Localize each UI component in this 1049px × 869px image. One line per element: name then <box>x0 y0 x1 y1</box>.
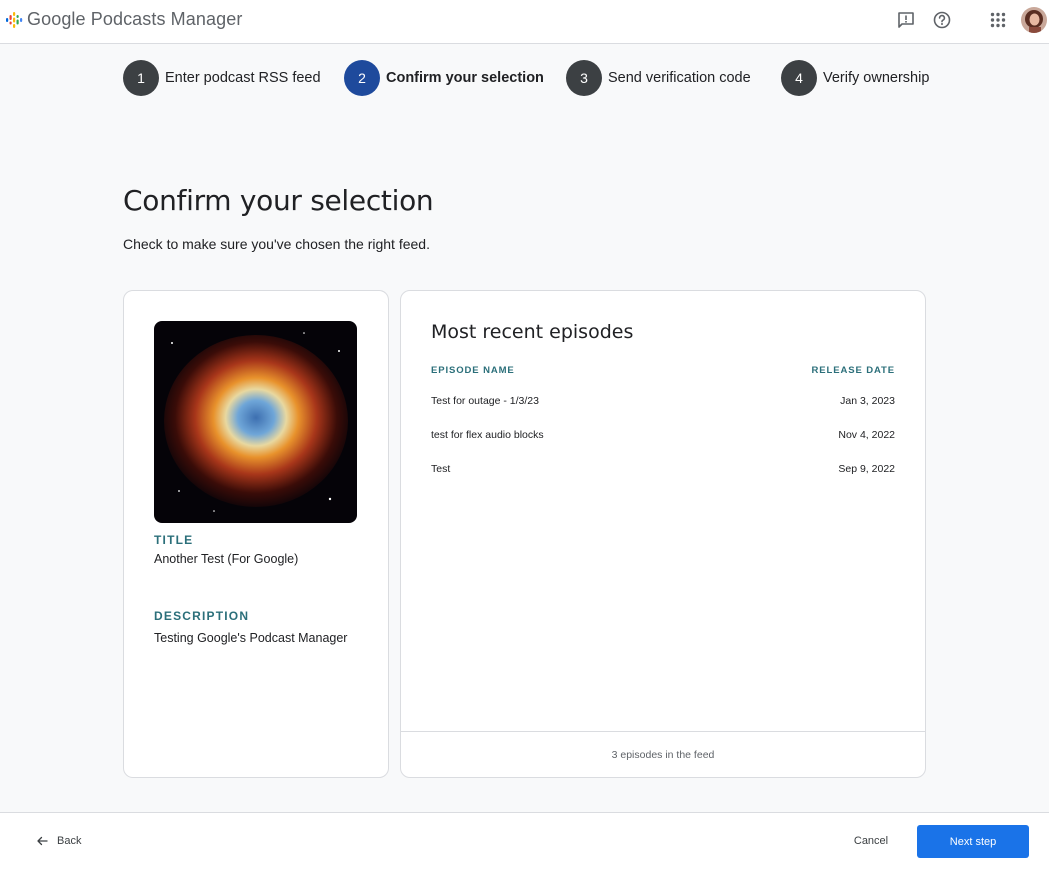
episode-date: Jan 3, 2023 <box>840 395 895 407</box>
arrow-back-icon <box>36 835 48 847</box>
step-1: 1 Enter podcast RSS feed <box>123 60 321 96</box>
back-button[interactable]: Back <box>36 831 81 851</box>
step-4: 4 Verify ownership <box>781 60 929 96</box>
main-content: 1 Enter podcast RSS feed 2 Confirm your … <box>0 44 1049 812</box>
bottom-action-bar: Back Cancel Next step <box>0 812 1049 869</box>
podcasts-logo-icon <box>5 10 23 30</box>
episode-name: Test <box>431 463 451 475</box>
cancel-button[interactable]: Cancel <box>846 825 896 857</box>
page-title: Confirm your selection <box>123 184 434 217</box>
page-subtitle: Check to make sure you've chosen the rig… <box>123 236 430 252</box>
help-icon[interactable] <box>932 10 952 30</box>
step-3: 3 Send verification code <box>566 60 751 96</box>
episode-name: test for flex audio blocks <box>431 429 544 441</box>
app-title: Google Podcasts Manager <box>27 9 243 29</box>
description-label: DESCRIPTION <box>154 609 250 623</box>
podcast-cover-image <box>154 321 357 523</box>
episode-date: Sep 9, 2022 <box>838 463 895 475</box>
episodes-card: Most recent episodes EPISODE NAME RELEAS… <box>400 290 926 778</box>
top-app-bar: Google Podcasts Manager <box>0 0 1049 44</box>
back-label: Back <box>57 835 82 847</box>
step-number: 1 <box>123 60 159 96</box>
step-label: Send verification code <box>608 70 751 86</box>
next-step-button[interactable]: Next step <box>917 825 1029 858</box>
release-date-header: RELEASE DATE <box>811 365 895 376</box>
step-label: Confirm your selection <box>386 70 544 86</box>
episode-name-header: EPISODE NAME <box>431 365 515 376</box>
apps-grid-icon[interactable] <box>988 10 1008 30</box>
step-label: Enter podcast RSS feed <box>165 70 321 86</box>
feedback-icon[interactable] <box>896 10 916 30</box>
podcast-title: Another Test (For Google) <box>154 552 299 566</box>
step-number: 2 <box>344 60 380 96</box>
episode-date: Nov 4, 2022 <box>838 429 895 441</box>
podcast-info-card: TITLE Another Test (For Google) DESCRIPT… <box>123 290 389 778</box>
step-2: 2 Confirm your selection <box>344 60 544 96</box>
title-label: TITLE <box>154 533 194 547</box>
episode-count: 3 episodes in the feed <box>401 731 925 777</box>
step-number: 3 <box>566 60 602 96</box>
episodes-heading: Most recent episodes <box>431 321 634 343</box>
step-number: 4 <box>781 60 817 96</box>
episode-name: Test for outage - 1/3/23 <box>431 395 539 407</box>
step-label: Verify ownership <box>823 70 930 86</box>
avatar[interactable] <box>1021 7 1047 33</box>
podcast-description: Testing Google's Podcast Manager <box>154 631 348 645</box>
